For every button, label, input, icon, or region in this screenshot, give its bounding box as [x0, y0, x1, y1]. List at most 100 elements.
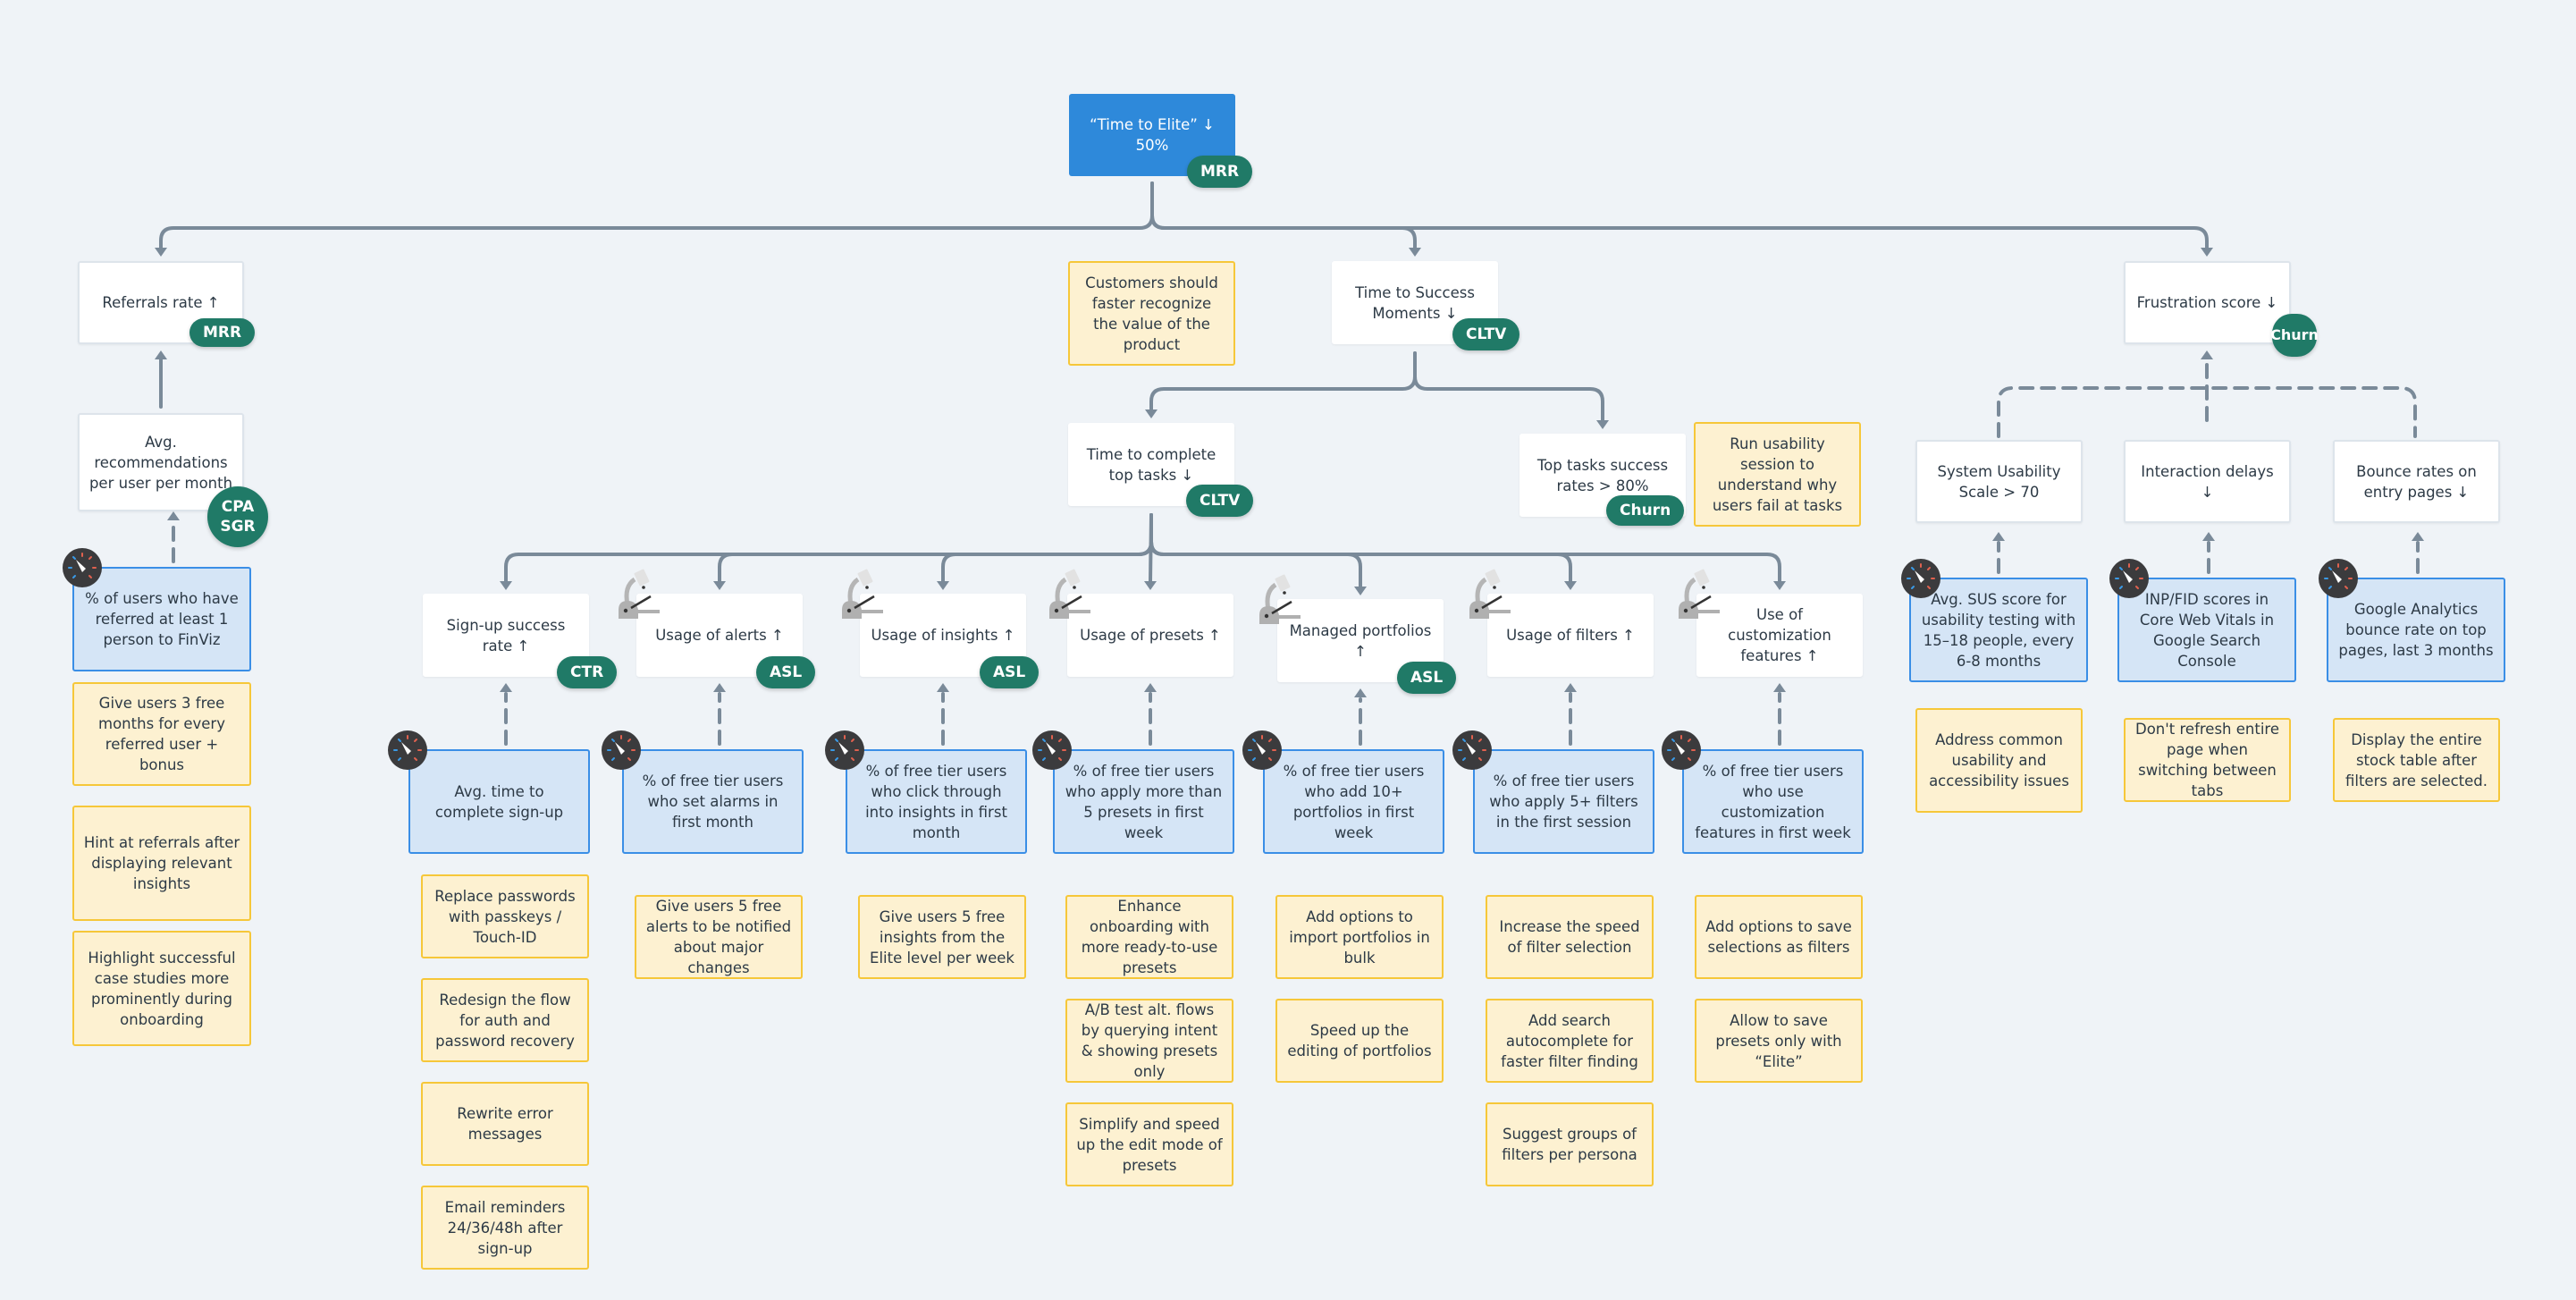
idea-card[interactable]: Add search autocomplete for faster filte…	[1486, 999, 1654, 1083]
metric-node[interactable]: % of free tier users who apply more than…	[1053, 749, 1234, 854]
arrowhead	[500, 683, 512, 692]
arrowhead	[1144, 683, 1157, 692]
avg-recommendations-badge: CPA SGR	[207, 486, 268, 547]
gauge-icon	[601, 730, 642, 771]
gauge-icon	[1452, 730, 1493, 771]
frustration-driver-node[interactable]: System Usability Scale > 70	[1915, 440, 2083, 523]
arrowhead	[167, 511, 180, 520]
idea-card-label: Don't refresh entire page when switching…	[2135, 721, 2279, 799]
arrowhead	[155, 248, 167, 257]
frustration-score-node[interactable]: Frustration score ↓	[2124, 261, 2291, 344]
arrowhead	[1564, 683, 1577, 692]
idea-card[interactable]: Enhance onboarding with more ready-to-us…	[1065, 895, 1233, 979]
connector-line	[1150, 181, 2209, 249]
idea-card[interactable]: Simplify and speed up the edit mode of p…	[1065, 1102, 1233, 1186]
connector-line	[1150, 181, 1417, 249]
idea-card-label: Give users 3 free months for every refer…	[98, 695, 225, 773]
gauge-icon	[2109, 558, 2150, 599]
idea-card[interactable]: Add options to import portfolios in bulk	[1275, 895, 1444, 979]
gauge-icon	[62, 547, 103, 588]
arrowhead	[937, 581, 949, 590]
arrowhead	[1564, 581, 1577, 590]
idea-card[interactable]: Highlight successful case studies more p…	[72, 931, 251, 1046]
microscope-icon	[617, 569, 663, 619]
idea-card[interactable]: Allow to save presets only with “Elite”	[1695, 999, 1863, 1083]
microscope-icon	[1048, 569, 1094, 619]
arrowhead	[1992, 532, 2005, 541]
idea-card[interactable]: Don't refresh entire page when switching…	[2124, 718, 2291, 802]
driver-badge: CTR	[557, 656, 618, 688]
frustration-driver-node[interactable]: Bounce rates on entry pages ↓	[2333, 440, 2500, 523]
gauge-icon	[824, 730, 865, 771]
idea-card[interactable]: Speed up the editing of portfolios	[1275, 999, 1444, 1083]
idea-card[interactable]: Give users 5 free insights from the Elit…	[858, 895, 1026, 979]
metric-node-label: % of free tier users who click through i…	[865, 762, 1007, 841]
idea-card[interactable]: Redesign the flow for auth and password …	[421, 978, 589, 1062]
connector-line	[1413, 351, 1604, 422]
metric-node-label: Avg. SUS score for usability testing wit…	[1921, 590, 2076, 670]
hypothesis-card[interactable]: Customers should faster recognize the va…	[1068, 261, 1235, 366]
idea-card[interactable]: Add options to save selections as filter…	[1695, 895, 1863, 979]
referrals-metric-label: % of users who have referred at least 1 …	[85, 590, 239, 648]
idea-card-label: Allow to save presets only with “Elite”	[1715, 1011, 1842, 1070]
idea-card[interactable]: Increase the speed of filter selection	[1486, 895, 1654, 979]
frustration-score-badge: Churn	[2270, 314, 2319, 357]
arrowhead	[1596, 420, 1609, 429]
connector-line	[1149, 513, 1362, 588]
driver-node-label: Usage of alerts ↑	[655, 627, 784, 644]
idea-card-label: Hint at referrals after displaying relev…	[83, 834, 240, 892]
metric-node-label: % of free tier users who set alarms in f…	[642, 772, 784, 831]
gauge-icon	[1031, 730, 1073, 771]
idea-card-label: Address common usability and accessibili…	[1929, 731, 2069, 789]
referrals-rate-badge: MRR	[189, 318, 256, 347]
driver-node-label: Managed portfolios ↑	[1289, 621, 1432, 660]
idea-card-label: Highlight successful case studies more p…	[88, 949, 236, 1028]
idea-card-label: Suggest groups of filters per persona	[1502, 1126, 1637, 1163]
task-idea-label: Run usability session to understand why …	[1712, 435, 1843, 514]
metric-node[interactable]: % of free tier users who set alarms in f…	[622, 749, 804, 854]
idea-card[interactable]: Address common usability and accessibili…	[1915, 708, 2083, 813]
idea-card-label: Speed up the editing of portfolios	[1287, 1022, 1432, 1059]
idea-card[interactable]: Give users 3 free months for every refer…	[72, 682, 251, 786]
metric-node-label: INP/FID scores in Core Web Vitals in Goo…	[2139, 590, 2275, 670]
idea-card[interactable]: Suggest groups of filters per persona	[1486, 1102, 1654, 1186]
metric-node-label: Google Analytics bounce rate on top page…	[2338, 601, 2494, 659]
idea-card-label: Rewrite error messages	[457, 1105, 553, 1143]
idea-card[interactable]: A/B test alt. flows by querying intent &…	[1065, 999, 1233, 1083]
metric-node[interactable]: % of free tier users who apply 5+ filter…	[1473, 749, 1654, 854]
metric-node[interactable]: % of free tier users who click through i…	[846, 749, 1027, 854]
task-idea-card[interactable]: Run usability session to understand why …	[1694, 422, 1861, 527]
referrals-rate-label: Referrals rate ↑	[102, 294, 220, 311]
time-to-success-label: Time to Success Moments ↓	[1355, 283, 1475, 322]
hypothesis-label: Customers should faster recognize the va…	[1085, 274, 1218, 353]
idea-card[interactable]: Replace passwords with passkeys / Touch-…	[421, 874, 589, 958]
arrowhead	[713, 683, 726, 692]
idea-card[interactable]: Display the entire stock table after fil…	[2333, 718, 2500, 802]
arrowhead	[1354, 688, 1367, 697]
frustration-driver-node[interactable]: Interaction delays ↓	[2124, 440, 2291, 523]
arrowhead	[500, 581, 512, 590]
connector-line	[1149, 513, 1153, 583]
metric-node[interactable]: % of free tier users who add 10+ portfol…	[1263, 749, 1444, 854]
driver-node-label: Usage of filters ↑	[1506, 627, 1635, 644]
connector-line	[159, 181, 1154, 249]
idea-card[interactable]: Rewrite error messages	[421, 1082, 589, 1166]
metric-node[interactable]: % of free tier users who use customizati…	[1682, 749, 1864, 854]
root-goal-label: “Time to Elite” ↓ 50%	[1090, 116, 1215, 154]
frustration-driver-node-label: Interaction delays ↓	[2141, 462, 2274, 501]
idea-card[interactable]: Give users 5 free alerts to be notified …	[635, 895, 803, 979]
microscope-icon	[840, 569, 887, 619]
driver-badge: ASL	[756, 656, 816, 688]
idea-card-label: Give users 5 free alerts to be notified …	[645, 898, 792, 976]
arrowhead	[713, 581, 726, 590]
gauge-icon	[1242, 730, 1283, 771]
metric-node-label: % of free tier users who add 10+ portfol…	[1283, 762, 1425, 841]
idea-card-label: Increase the speed of filter selection	[1499, 918, 1640, 956]
idea-card-label: Enhance onboarding with more ready-to-us…	[1081, 898, 1218, 976]
idea-card[interactable]: Hint at referrals after displaying relev…	[72, 806, 251, 921]
idea-card-label: Simplify and speed up the edit mode of p…	[1076, 1115, 1223, 1174]
idea-card[interactable]: Email reminders 24/36/48h after sign-up	[421, 1186, 589, 1270]
arrowhead	[155, 350, 167, 359]
metric-tree-canvas: “Time to Elite” ↓ 50% MRR Referrals rate…	[0, 0, 2576, 1300]
metric-node[interactable]: Avg. time to complete sign-up	[408, 749, 590, 854]
